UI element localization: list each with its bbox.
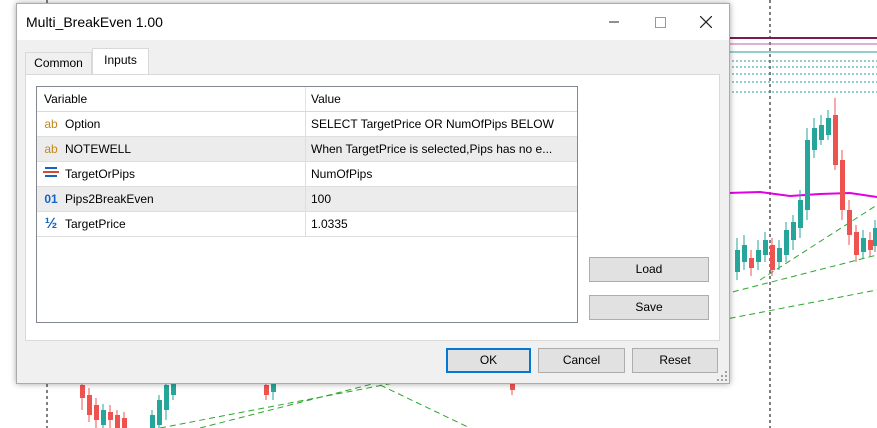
- candle-body: [157, 400, 162, 425]
- close-button[interactable]: [683, 4, 729, 40]
- variable-name: TargetOrPips: [65, 167, 136, 181]
- candle-body: [756, 250, 761, 262]
- reset-button[interactable]: Reset: [632, 348, 718, 373]
- minimize-icon: [609, 21, 619, 23]
- maximize-button[interactable]: [637, 4, 683, 40]
- variable-name: NOTEWELL: [65, 142, 132, 156]
- candle-body: [510, 383, 515, 390]
- inputs-grid: Variable Value ab Option SELECT TargetPr…: [36, 86, 578, 323]
- candle-body: [777, 248, 782, 262]
- tab-common[interactable]: Common: [25, 52, 92, 74]
- minimize-button[interactable]: [591, 4, 637, 40]
- candle-body: [819, 125, 824, 140]
- double-type-icon: ½: [44, 215, 58, 232]
- candle-body: [108, 412, 113, 420]
- candle-body: [735, 250, 740, 272]
- value-cell[interactable]: SELECT TargetPrice OR NumOfPips BELOW: [306, 112, 577, 136]
- candle-body: [784, 230, 789, 255]
- column-header-variable[interactable]: Variable: [37, 87, 306, 111]
- candle-body: [150, 415, 155, 428]
- candle-body: [87, 395, 92, 415]
- tab-inputs[interactable]: Inputs: [92, 48, 149, 75]
- variable-cell: 01 Pips2BreakEven: [37, 187, 306, 211]
- candle-body: [80, 385, 85, 398]
- cancel-button[interactable]: Cancel: [538, 348, 625, 373]
- string-type-icon: ab: [44, 142, 58, 156]
- candle-body: [833, 115, 838, 165]
- variable-cell: ½ TargetPrice: [37, 212, 306, 236]
- candle-body: [171, 383, 176, 395]
- resize-grip-icon[interactable]: [717, 371, 727, 381]
- candle-body: [826, 118, 831, 135]
- integer-type-icon: 01: [44, 192, 58, 206]
- grid-rows: ab Option SELECT TargetPrice OR NumOfPip…: [37, 112, 577, 237]
- column-header-value[interactable]: Value: [306, 87, 577, 111]
- chart-trend-line: [759, 204, 877, 281]
- candle-body: [749, 258, 754, 268]
- table-row[interactable]: 01 Pips2BreakEven 100: [37, 187, 577, 212]
- candle-body: [763, 240, 768, 255]
- candle-body: [791, 222, 796, 240]
- candle-body: [812, 128, 817, 150]
- candle-body: [854, 232, 859, 255]
- table-row[interactable]: ½ TargetPrice 1.0335: [37, 212, 577, 237]
- table-row[interactable]: ab Option SELECT TargetPrice OR NumOfPip…: [37, 112, 577, 137]
- candle-body: [271, 383, 276, 392]
- close-icon: [700, 16, 712, 28]
- variable-cell: ab NOTEWELL: [37, 137, 306, 161]
- variable-name: Option: [65, 117, 101, 131]
- string-type-icon: ab: [44, 117, 58, 131]
- table-row[interactable]: ab NOTEWELL When TargetPrice is selected…: [37, 137, 577, 162]
- variable-name: Pips2BreakEven: [65, 192, 154, 206]
- candle-body: [873, 228, 877, 246]
- value-cell[interactable]: 1.0335: [306, 212, 577, 236]
- candle-body: [840, 160, 845, 210]
- variable-cell: ab Option: [37, 112, 306, 136]
- candle-body: [264, 385, 269, 395]
- grid-header: Variable Value: [37, 87, 577, 112]
- value-cell[interactable]: When TargetPrice is selected,Pips has no…: [306, 137, 577, 161]
- candle-body: [868, 240, 873, 250]
- candle-body: [805, 140, 810, 210]
- variable-name: TargetPrice: [65, 217, 126, 231]
- candle-body: [101, 410, 106, 425]
- candle-body: [115, 415, 120, 428]
- candle-body: [164, 385, 169, 410]
- variable-cell: TargetOrPips: [37, 162, 306, 186]
- save-button[interactable]: Save: [589, 295, 709, 320]
- table-row[interactable]: TargetOrPips NumOfPips: [37, 162, 577, 187]
- value-cell[interactable]: NumOfPips: [306, 162, 577, 186]
- candle-body: [847, 210, 852, 235]
- chart-moving-average: [727, 190, 877, 198]
- candle-body: [770, 245, 775, 270]
- candle-body: [122, 418, 127, 428]
- enum-type-icon: [42, 166, 60, 182]
- candle-body: [861, 238, 866, 252]
- maximize-icon: [654, 16, 666, 28]
- properties-dialog: Multi_BreakEven 1.00 Common Inputs Varia…: [16, 3, 730, 384]
- candle-body: [798, 200, 803, 228]
- load-button[interactable]: Load: [589, 257, 709, 282]
- candle-body: [94, 405, 99, 420]
- window-title: Multi_BreakEven 1.00: [26, 14, 163, 30]
- value-cell[interactable]: 100: [306, 187, 577, 211]
- title-bar: Multi_BreakEven 1.00: [17, 4, 729, 40]
- ok-button[interactable]: OK: [446, 348, 531, 373]
- candle-body: [742, 245, 747, 262]
- chart-trend-line: [379, 384, 471, 428]
